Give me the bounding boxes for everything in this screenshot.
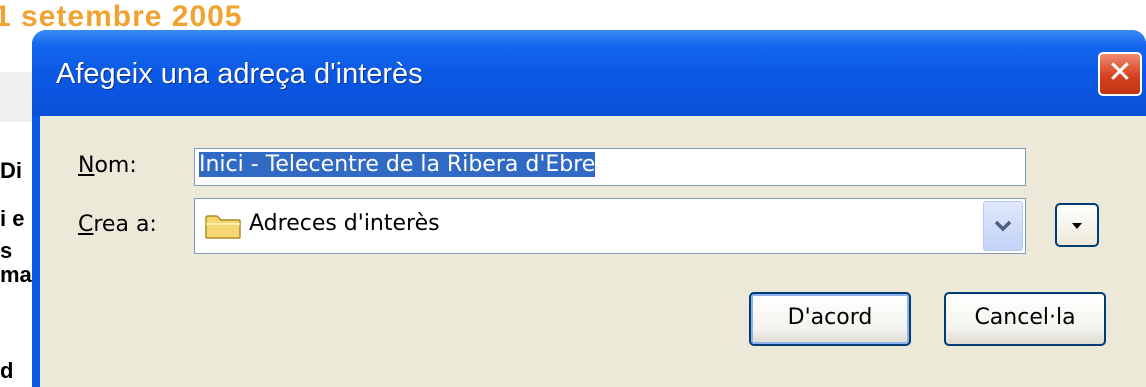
close-icon: ✕ bbox=[1107, 55, 1133, 90]
expand-folder-tree-button[interactable] bbox=[1055, 203, 1099, 247]
page-text-fragment: s bbox=[0, 238, 13, 263]
ok-button[interactable]: D'acord bbox=[749, 292, 911, 346]
folder-icon bbox=[205, 215, 241, 239]
create-in-label-mnemonic: C bbox=[78, 212, 94, 237]
close-button[interactable]: ✕ bbox=[1098, 52, 1142, 96]
name-label-rest: om: bbox=[94, 153, 137, 178]
create-in-label-rest: rea a: bbox=[93, 212, 157, 237]
name-input-value: Inici - Telecentre de la Ribera d'Ebre bbox=[199, 152, 596, 177]
dialog-titlebar[interactable]: Afegeix una adreça d'interès ✕ bbox=[32, 30, 1146, 116]
folder-select-value: Adreces d'interès bbox=[249, 211, 440, 236]
name-label: Nom: bbox=[78, 153, 137, 178]
page-text-fragment: d bbox=[0, 358, 14, 383]
folder-select[interactable]: Adreces d'interès bbox=[194, 198, 1026, 254]
folder-dropdown-button[interactable] bbox=[983, 201, 1023, 251]
dialog-title: Afegeix una adreça d'interès bbox=[56, 58, 423, 90]
page-text-fragment: i e bbox=[0, 206, 25, 231]
chevron-down-icon bbox=[994, 220, 1012, 232]
caret-down-icon bbox=[1072, 223, 1082, 229]
cancel-button[interactable]: Cancel·la bbox=[944, 292, 1106, 346]
add-bookmark-dialog: Afegeix una adreça d'interès ✕ Nom: Inic… bbox=[32, 30, 1146, 387]
page-text-fragment: ma bbox=[0, 262, 32, 287]
name-label-mnemonic: N bbox=[78, 153, 95, 178]
page-text-fragment: Di bbox=[0, 158, 22, 183]
create-in-label: Crea a: bbox=[78, 212, 157, 237]
dialog-body: Nom: Inici - Telecentre de la Ribera d'E… bbox=[40, 116, 1146, 387]
page-heading: 1 setembre 2005 bbox=[0, 0, 243, 33]
name-input[interactable]: Inici - Telecentre de la Ribera d'Ebre bbox=[194, 148, 1026, 186]
